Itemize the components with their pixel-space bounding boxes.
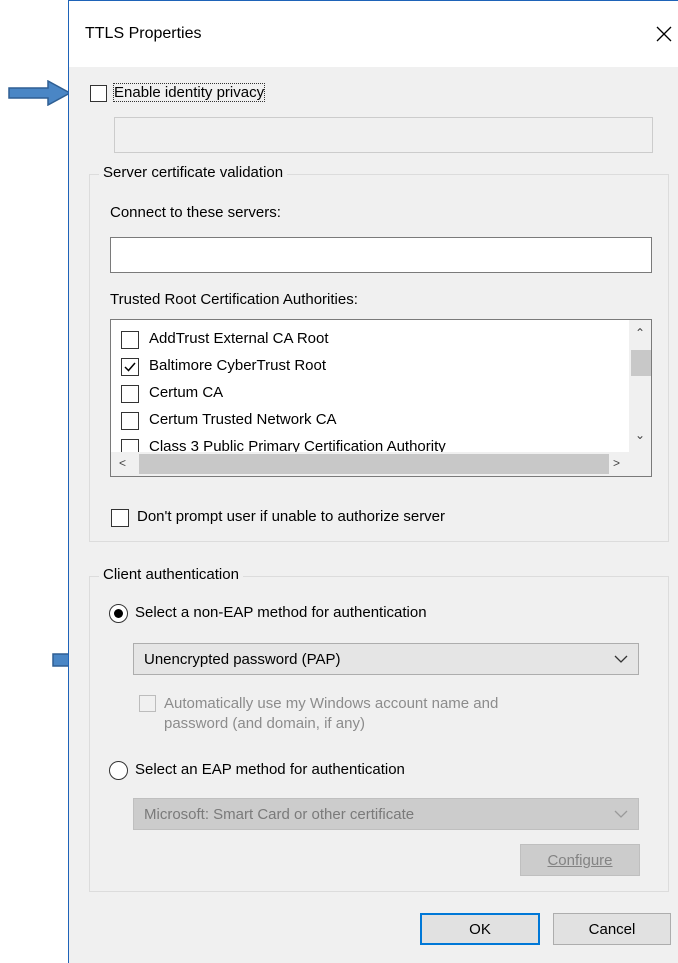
eap-method-select[interactable]: Microsoft: Smart Card or other certifica…	[133, 798, 639, 830]
non-eap-method-value: Unencrypted password (PAP)	[144, 651, 341, 668]
list-item[interactable]: Certum CA	[111, 380, 621, 407]
chevron-down-icon	[614, 810, 628, 818]
trusted-root-list[interactable]: AddTrust External CA Root Baltimore Cybe…	[110, 319, 652, 477]
title-bar: TTLS Properties	[69, 1, 678, 67]
authority-name: Baltimore CyberTrust Root	[149, 357, 326, 374]
server-validation-title: Server certificate validation	[99, 164, 288, 181]
dont-prompt-checkbox[interactable]	[111, 509, 129, 527]
auto-windows-checkbox[interactable]	[139, 695, 156, 712]
close-button[interactable]	[649, 19, 678, 49]
horizontal-scroll-thumb[interactable]	[139, 454, 609, 474]
scroll-corner: >	[613, 452, 651, 476]
authority-checkbox[interactable]	[121, 412, 139, 430]
client-auth-title: Client authentication	[99, 566, 243, 583]
dont-prompt-label[interactable]: Don't prompt user if unable to authorize…	[137, 508, 445, 525]
eap-label[interactable]: Select an EAP method for authentication	[135, 761, 405, 778]
close-icon	[656, 26, 672, 42]
identity-privacy-label[interactable]: Enable identity privacy	[112, 83, 266, 102]
configure-button[interactable]: Configure	[520, 844, 640, 876]
auto-windows-label-line1: Automatically use my Windows account nam…	[164, 695, 499, 712]
cancel-button[interactable]: Cancel	[553, 913, 671, 945]
authority-checkbox[interactable]	[121, 331, 139, 349]
ok-label: OK	[469, 920, 491, 938]
non-eap-label[interactable]: Select a non-EAP method for authenticati…	[135, 604, 427, 621]
eap-radio[interactable]	[109, 761, 128, 780]
chevron-down-icon	[614, 655, 628, 663]
vertical-scrollbar[interactable]: ⌃ ⌄	[629, 320, 651, 452]
authority-checkbox[interactable]	[121, 358, 139, 376]
checkmark-icon	[124, 362, 136, 372]
non-eap-radio[interactable]	[109, 604, 128, 623]
authority-name: Certum Trusted Network CA	[149, 411, 337, 428]
identity-privacy-field	[114, 117, 653, 153]
connect-servers-input[interactable]	[110, 237, 652, 273]
scroll-up-icon[interactable]: ⌃	[635, 326, 645, 340]
configure-label: Configure	[547, 851, 613, 869]
authority-name: AddTrust External CA Root	[149, 330, 329, 347]
list-item[interactable]: Certum Trusted Network CA	[111, 407, 621, 434]
annotation-arrow-icon	[8, 80, 72, 106]
vertical-scroll-thumb[interactable]	[631, 350, 651, 376]
ttls-properties-dialog: TTLS Properties Enable identity privacy …	[68, 0, 678, 963]
cancel-label: Cancel	[588, 920, 636, 938]
authority-name: Certum CA	[149, 384, 224, 401]
non-eap-method-select[interactable]: Unencrypted password (PAP)	[133, 643, 639, 675]
ok-button[interactable]: OK	[420, 913, 540, 945]
identity-privacy-checkbox[interactable]	[90, 85, 107, 102]
scroll-down-icon[interactable]: ⌄	[635, 428, 645, 442]
connect-servers-label: Connect to these servers:	[110, 204, 281, 221]
list-item[interactable]: AddTrust External CA Root	[111, 326, 621, 353]
dialog-title: TTLS Properties	[85, 25, 202, 42]
trusted-root-label: Trusted Root Certification Authorities:	[110, 291, 358, 308]
scroll-left-icon[interactable]: <	[119, 456, 126, 470]
scroll-right-icon[interactable]: >	[613, 456, 620, 470]
eap-method-value: Microsoft: Smart Card or other certifica…	[144, 806, 415, 823]
horizontal-scrollbar[interactable]: <	[111, 452, 631, 476]
list-item[interactable]: Baltimore CyberTrust Root	[111, 353, 621, 380]
authority-checkbox[interactable]	[121, 385, 139, 403]
auto-windows-label-line2: password (and domain, if any)	[164, 715, 365, 732]
